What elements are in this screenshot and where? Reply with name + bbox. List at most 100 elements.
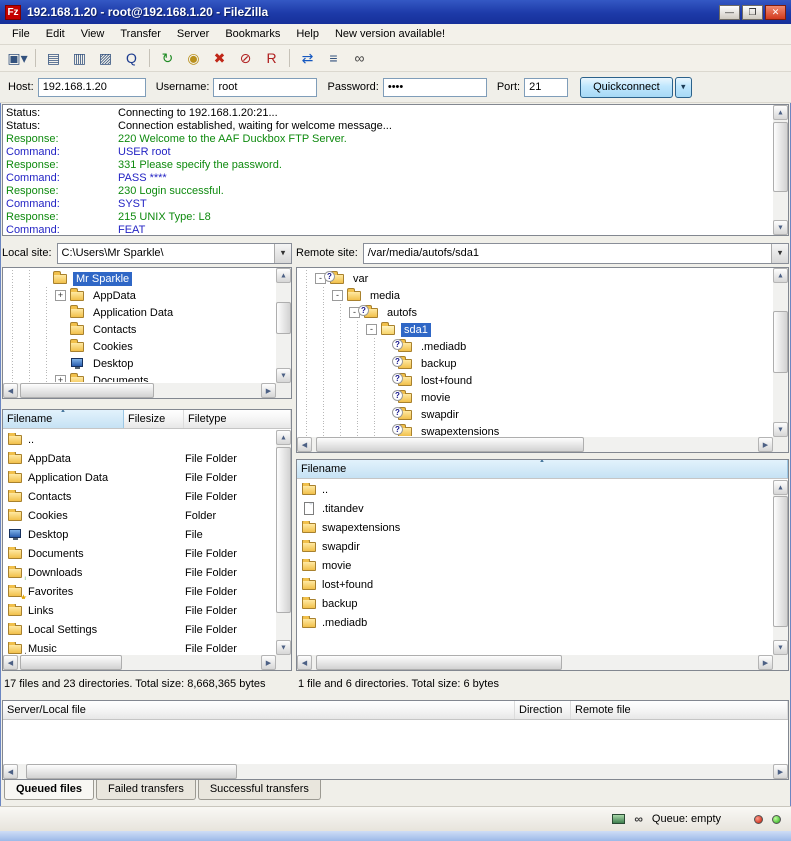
scrollbar-track[interactable] (312, 437, 758, 452)
scrollbar-track[interactable] (773, 495, 788, 640)
expand-toggle[interactable]: + (55, 375, 66, 382)
remote-list-vertical-scrollbar[interactable] (773, 480, 788, 655)
local-list-horizontal-scrollbar[interactable] (3, 655, 276, 670)
port-input[interactable] (524, 78, 568, 97)
file-row-documents[interactable]: DocumentsFile Folder (4, 544, 275, 563)
file-row-downloads[interactable]: DownloadsFile Folder (4, 563, 275, 582)
column-header-direction[interactable]: Direction (515, 701, 571, 719)
title-bar[interactable]: Fz 192.168.1.20 - root@192.168.1.20 - Fi… (0, 0, 791, 24)
tree-item-cookies[interactable]: Cookies (4, 338, 275, 355)
scrollbar-track[interactable] (18, 383, 261, 398)
scrollbar-track[interactable] (276, 445, 291, 640)
file-row-lost-found[interactable]: lost+found (298, 575, 772, 594)
quickconnect-button[interactable]: Quickconnect (580, 77, 673, 98)
menu-server[interactable]: Server (169, 25, 217, 43)
disconnect-button[interactable]: ⊘ (233, 47, 258, 70)
tree-item-media[interactable]: -media (298, 287, 772, 304)
local-tree-vertical-scrollbar[interactable] (276, 268, 291, 383)
scrollbar-thumb[interactable] (316, 437, 584, 452)
expand-toggle[interactable]: + (55, 290, 66, 301)
process-queue-button[interactable]: ◉ (181, 47, 206, 70)
site-manager-button[interactable]: ▣▾ (5, 47, 30, 70)
scroll-left-button[interactable] (3, 764, 18, 779)
scrollbar-track[interactable] (18, 764, 773, 779)
remote-site-combo[interactable]: /var/media/autofs/sda1 (363, 243, 789, 264)
scrollbar-thumb[interactable] (276, 302, 291, 334)
scrollbar-track[interactable] (312, 655, 758, 670)
scroll-left-button[interactable] (3, 655, 18, 670)
host-input[interactable] (38, 78, 146, 97)
file-row-movie[interactable]: movie (298, 556, 772, 575)
scroll-up-button[interactable] (773, 105, 788, 120)
username-input[interactable] (213, 78, 317, 97)
dropdown-arrow-icon[interactable] (274, 244, 291, 263)
scrollbar-thumb[interactable] (26, 764, 237, 779)
scroll-up-button[interactable] (276, 430, 291, 445)
tree-item-documents[interactable]: +Documents (4, 372, 275, 382)
tree-item-mediadb[interactable]: .mediadb (298, 338, 772, 355)
file-row-local-settings[interactable]: Local SettingsFile Folder (4, 620, 275, 639)
scroll-down-button[interactable] (773, 220, 788, 235)
remote-tree-horizontal-scrollbar[interactable] (297, 437, 773, 452)
file-row-parent-dir[interactable]: .. (4, 430, 275, 449)
column-header-filename[interactable]: Filename (297, 460, 788, 478)
directory-compare-button[interactable]: ⇄ (295, 47, 320, 70)
scroll-left-button[interactable] (297, 437, 312, 452)
file-row-appdata[interactable]: AppDataFile Folder (4, 449, 275, 468)
cancel-button[interactable]: ✖ (207, 47, 232, 70)
scroll-right-button[interactable] (261, 383, 276, 398)
column-header-remote-file[interactable]: Remote file (571, 701, 788, 719)
menu-help[interactable]: Help (288, 25, 327, 43)
scrollbar-track[interactable] (773, 283, 788, 422)
queue-horizontal-scrollbar[interactable] (3, 764, 788, 779)
tree-item-desktop[interactable]: Desktop (4, 355, 275, 372)
scroll-down-button[interactable] (276, 368, 291, 383)
column-header-filetype[interactable]: Filetype (184, 410, 291, 428)
local-tree-horizontal-scrollbar[interactable] (3, 383, 276, 398)
refresh-button[interactable]: ↻ (155, 47, 180, 70)
local-site-combo[interactable]: C:\Users\Mr Sparkle\ (57, 243, 292, 264)
toggle-queue-button[interactable]: Q (119, 47, 144, 70)
scroll-down-button[interactable] (773, 422, 788, 437)
scroll-up-button[interactable] (773, 268, 788, 283)
scrollbar-thumb[interactable] (276, 447, 291, 613)
remote-list-horizontal-scrollbar[interactable] (297, 655, 773, 670)
file-row-backup[interactable]: backup (298, 594, 772, 613)
tree-item-application-data[interactable]: Application Data (4, 304, 275, 321)
synchronized-browsing-button[interactable]: ≡ (321, 47, 346, 70)
scrollbar-thumb[interactable] (20, 655, 122, 670)
minimize-button[interactable]: — (719, 5, 740, 20)
tree-item-lost-found[interactable]: lost+found (298, 372, 772, 389)
file-row-contacts[interactable]: ContactsFile Folder (4, 487, 275, 506)
file-row-titandev[interactable]: .titandev (298, 499, 772, 518)
tab-successful-transfers[interactable]: Successful transfers (198, 780, 321, 800)
file-row-links[interactable]: LinksFile Folder (4, 601, 275, 620)
column-header-server-local-file[interactable]: Server/Local file (3, 701, 515, 719)
tree-item-mr-sparkle[interactable]: Mr Sparkle (4, 270, 275, 287)
file-row-music[interactable]: MusicFile Folder (4, 639, 275, 654)
tree-item-movie[interactable]: movie (298, 389, 772, 406)
password-input[interactable] (383, 78, 487, 97)
scroll-down-button[interactable] (773, 640, 788, 655)
toggle-local-tree-button[interactable]: ▥ (67, 47, 92, 70)
menu-file[interactable]: File (4, 25, 38, 43)
file-row-application-data[interactable]: Application DataFile Folder (4, 468, 275, 487)
scrollbar-track[interactable] (276, 283, 291, 368)
tab-failed-transfers[interactable]: Failed transfers (96, 780, 196, 800)
tree-item-sda1[interactable]: -sda1 (298, 321, 772, 338)
file-row-mediadb[interactable]: .mediadb (298, 613, 772, 632)
scrollbar-thumb[interactable] (20, 383, 154, 398)
scroll-right-button[interactable] (261, 655, 276, 670)
menu-edit[interactable]: Edit (38, 25, 73, 43)
quickconnect-dropdown-button[interactable] (675, 77, 692, 98)
file-row-parent-dir[interactable]: .. (298, 480, 772, 499)
close-button[interactable]: ✕ (765, 5, 786, 20)
file-row-swapextensions[interactable]: swapextensions (298, 518, 772, 537)
tree-item-backup[interactable]: backup (298, 355, 772, 372)
scrollbar-thumb[interactable] (773, 311, 788, 374)
menu-bookmarks[interactable]: Bookmarks (217, 25, 288, 43)
tree-item-swapdir[interactable]: swapdir (298, 406, 772, 423)
menu-new-version-notice[interactable]: New version available! (327, 25, 453, 43)
tree-item-contacts[interactable]: Contacts (4, 321, 275, 338)
menu-view[interactable]: View (73, 25, 113, 43)
